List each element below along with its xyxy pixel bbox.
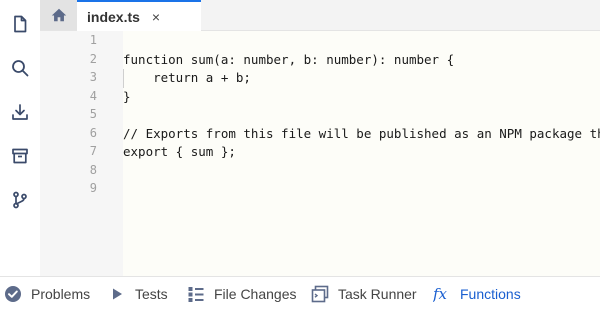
line-number: 4 xyxy=(89,88,97,103)
file-changes-icon xyxy=(188,287,204,302)
play-icon xyxy=(113,288,122,300)
tab-label: Tests xyxy=(135,286,168,302)
editor-tab-bar: index.ts × xyxy=(40,0,600,31)
line-number: 5 xyxy=(89,107,97,121)
svg-text:fx: fx xyxy=(433,285,448,303)
line-number: 6 xyxy=(89,125,97,140)
line-number: 1 xyxy=(89,33,97,47)
git-branch-icon[interactable] xyxy=(8,188,32,212)
package-icon[interactable] xyxy=(8,144,32,168)
line-number-gutter: 1 2 3 4 5 6 7 8 9 xyxy=(40,31,123,276)
terminal-icon xyxy=(311,285,329,303)
tab-functions[interactable]: fx Functions xyxy=(433,277,521,311)
tab-problems[interactable]: Problems xyxy=(4,277,90,311)
home-icon xyxy=(51,8,66,22)
tab-label: Task Runner xyxy=(338,286,417,302)
file-icon[interactable] xyxy=(8,12,32,36)
tab-tests[interactable]: Tests xyxy=(108,277,168,311)
tab-label: Problems xyxy=(31,286,91,302)
line-number: 9 xyxy=(89,181,97,195)
tab-label: Functions xyxy=(460,286,521,302)
code-line: } xyxy=(123,88,131,104)
code-line: // Exports from this file will be publis… xyxy=(123,125,600,141)
tab-index-ts[interactable]: index.ts × xyxy=(77,0,201,31)
tab-label: index.ts xyxy=(87,8,140,25)
tab-label: File Changes xyxy=(214,286,297,302)
activity-bar xyxy=(0,0,40,276)
download-icon[interactable] xyxy=(8,100,32,124)
function-icon: fx xyxy=(433,285,448,303)
line-number: 8 xyxy=(89,162,97,177)
line-number: 3 xyxy=(89,70,97,84)
code-editor[interactable]: function sum(a: number, b: number): numb… xyxy=(123,31,600,276)
tab-task-runner[interactable]: Task Runner xyxy=(311,277,417,311)
search-icon[interactable] xyxy=(8,56,32,80)
code-line: export { sum }; xyxy=(123,144,236,159)
code-line: return a + b; xyxy=(123,70,251,85)
code-line: function sum(a: number, b: number): numb… xyxy=(123,51,455,67)
tab-file-changes[interactable]: File Changes xyxy=(187,277,297,311)
line-number: 7 xyxy=(89,144,97,158)
close-icon[interactable]: × xyxy=(152,9,160,25)
home-tab[interactable] xyxy=(40,0,77,30)
line-number: 2 xyxy=(89,51,97,66)
check-circle-icon xyxy=(5,286,21,302)
bottom-panel: Problems Tests File Changes Task Runner … xyxy=(0,276,600,311)
